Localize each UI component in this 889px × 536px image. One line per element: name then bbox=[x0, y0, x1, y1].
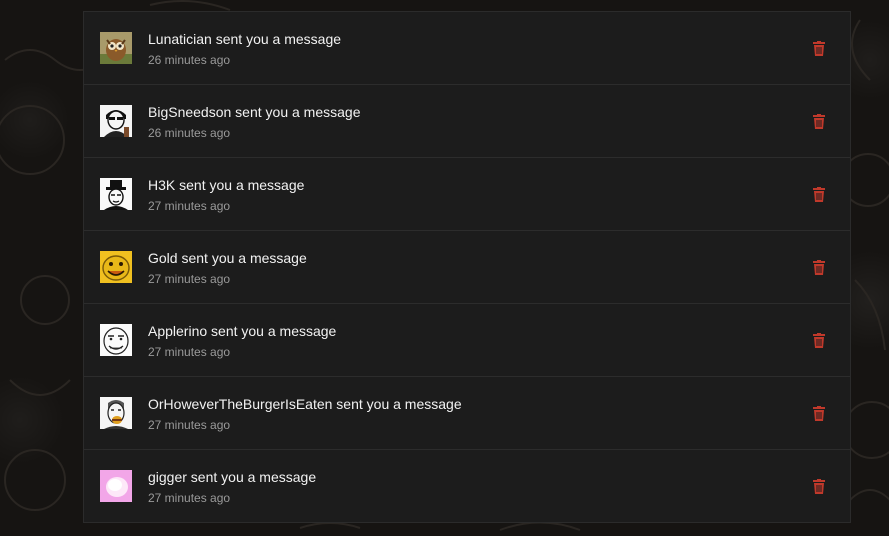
delete-notification-button[interactable] bbox=[812, 406, 826, 421]
sketch-face-avatar-icon[interactable] bbox=[100, 324, 132, 356]
notification-timestamp: 26 minutes ago bbox=[148, 53, 231, 67]
notification-message[interactable]: Gold sent you a message bbox=[148, 249, 307, 267]
notification-message[interactable]: Lunatician sent you a message bbox=[148, 30, 341, 48]
notification-row[interactable]: Lunatician sent you a message 26 minutes… bbox=[84, 12, 850, 85]
hat-man-avatar-icon[interactable] bbox=[100, 178, 132, 210]
notification-timestamp: 27 minutes ago bbox=[148, 272, 231, 286]
yellow-face-avatar-icon[interactable] bbox=[100, 251, 132, 283]
delete-notification-button[interactable] bbox=[812, 260, 826, 275]
owl-avatar-icon[interactable] bbox=[100, 32, 132, 64]
bw-portrait-avatar-icon[interactable] bbox=[100, 105, 132, 137]
notification-row[interactable]: Applerino sent you a message 27 minutes … bbox=[84, 304, 850, 377]
trash-icon bbox=[813, 41, 825, 56]
notification-message[interactable]: gigger sent you a message bbox=[148, 468, 316, 486]
notification-row[interactable]: Gold sent you a message 27 minutes ago bbox=[84, 231, 850, 304]
notification-list: Lunatician sent you a message 26 minutes… bbox=[83, 11, 851, 523]
notification-message[interactable]: BigSneedson sent you a message bbox=[148, 103, 360, 121]
delete-notification-button[interactable] bbox=[812, 114, 826, 129]
delete-notification-button[interactable] bbox=[812, 187, 826, 202]
notification-message[interactable]: Applerino sent you a message bbox=[148, 322, 336, 340]
notification-message[interactable]: H3K sent you a message bbox=[148, 176, 304, 194]
trash-icon bbox=[813, 333, 825, 348]
notification-row[interactable]: gigger sent you a message 27 minutes ago bbox=[84, 450, 850, 522]
notification-row[interactable]: BigSneedson sent you a message 26 minute… bbox=[84, 85, 850, 158]
delete-notification-button[interactable] bbox=[812, 41, 826, 56]
trash-icon bbox=[813, 187, 825, 202]
delete-notification-button[interactable] bbox=[812, 479, 826, 494]
trash-icon bbox=[813, 479, 825, 494]
trash-icon bbox=[813, 114, 825, 129]
trash-icon bbox=[813, 260, 825, 275]
burger-face-avatar-icon[interactable] bbox=[100, 397, 132, 429]
delete-notification-button[interactable] bbox=[812, 333, 826, 348]
notification-timestamp: 27 minutes ago bbox=[148, 345, 231, 359]
notification-timestamp: 27 minutes ago bbox=[148, 418, 231, 432]
pink-blob-avatar-icon[interactable] bbox=[100, 470, 132, 502]
notification-timestamp: 27 minutes ago bbox=[148, 199, 231, 213]
notification-timestamp: 26 minutes ago bbox=[148, 126, 231, 140]
notification-row[interactable]: H3K sent you a message 27 minutes ago bbox=[84, 158, 850, 231]
notification-message[interactable]: OrHoweverTheBurgerIsEaten sent you a mes… bbox=[148, 395, 462, 413]
notification-timestamp: 27 minutes ago bbox=[148, 491, 231, 505]
notification-row[interactable]: OrHoweverTheBurgerIsEaten sent you a mes… bbox=[84, 377, 850, 450]
trash-icon bbox=[813, 406, 825, 421]
